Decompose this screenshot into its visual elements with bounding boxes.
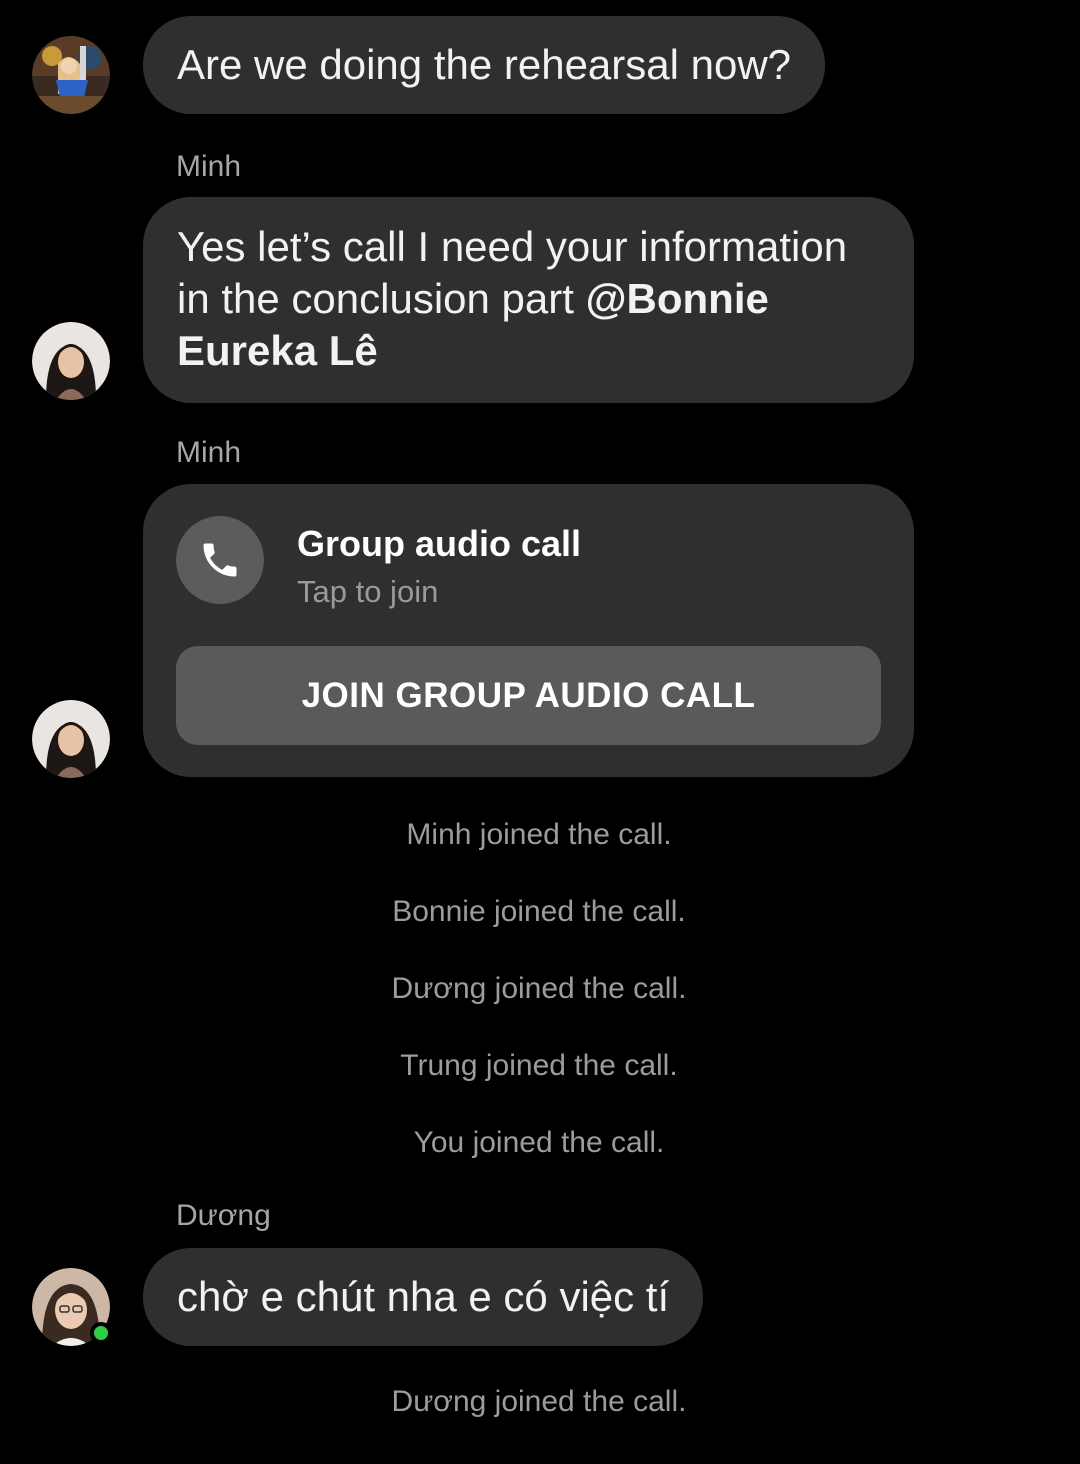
call-event-text: Minh joined the call. [406,818,672,851]
group-call-card[interactable]: Group audio call Tap to join JOIN GROUP … [143,484,914,777]
call-event-text: You joined the call. [413,1126,665,1159]
avatar-duong-icon[interactable] [32,1268,112,1346]
online-status-indicator [90,1322,112,1344]
call-event-text: Dương joined the call. [391,1385,687,1418]
avatar-minh-icon[interactable] [32,700,110,778]
message-bubble[interactable]: Are we doing the rehearsal now? [143,16,826,114]
call-event-text: Bonnie joined the call. [392,895,686,928]
sender-name: Minh [176,436,242,469]
sender-name: Minh [176,150,242,183]
call-event: Trung joined the call. [0,1051,1080,1081]
avatar-anime-icon[interactable] [32,36,110,114]
call-event-text: Dương joined the call. [391,972,687,1005]
join-group-audio-call-button[interactable]: JOIN GROUP AUDIO CALL [176,646,881,745]
call-event: You joined the call. [0,1128,1080,1158]
chat-thread: Are we doing the rehearsal now? Minh Yes… [0,0,1080,1464]
message-bubble[interactable]: Yes let’s call I need your information i… [143,197,914,403]
message-text: Are we doing the rehearsal now? [177,41,792,88]
call-title: Group audio call [297,523,582,564]
call-subtitle: Tap to join [297,574,439,609]
call-event: Minh joined the call. [0,820,1080,850]
call-event: Dương joined the call. [0,974,1080,1004]
message-bubble[interactable]: chờ e chút nha e có việc tí [143,1248,704,1346]
phone-icon [176,516,264,604]
sender-name: Dương [176,1199,271,1232]
call-event: Dương joined the call. [0,1387,1080,1417]
avatar-minh-icon[interactable] [32,322,110,400]
call-event: Bonnie joined the call. [0,897,1080,927]
message-text: chờ e chút nha e có việc tí [177,1273,670,1320]
call-event-text: Trung joined the call. [400,1049,678,1082]
